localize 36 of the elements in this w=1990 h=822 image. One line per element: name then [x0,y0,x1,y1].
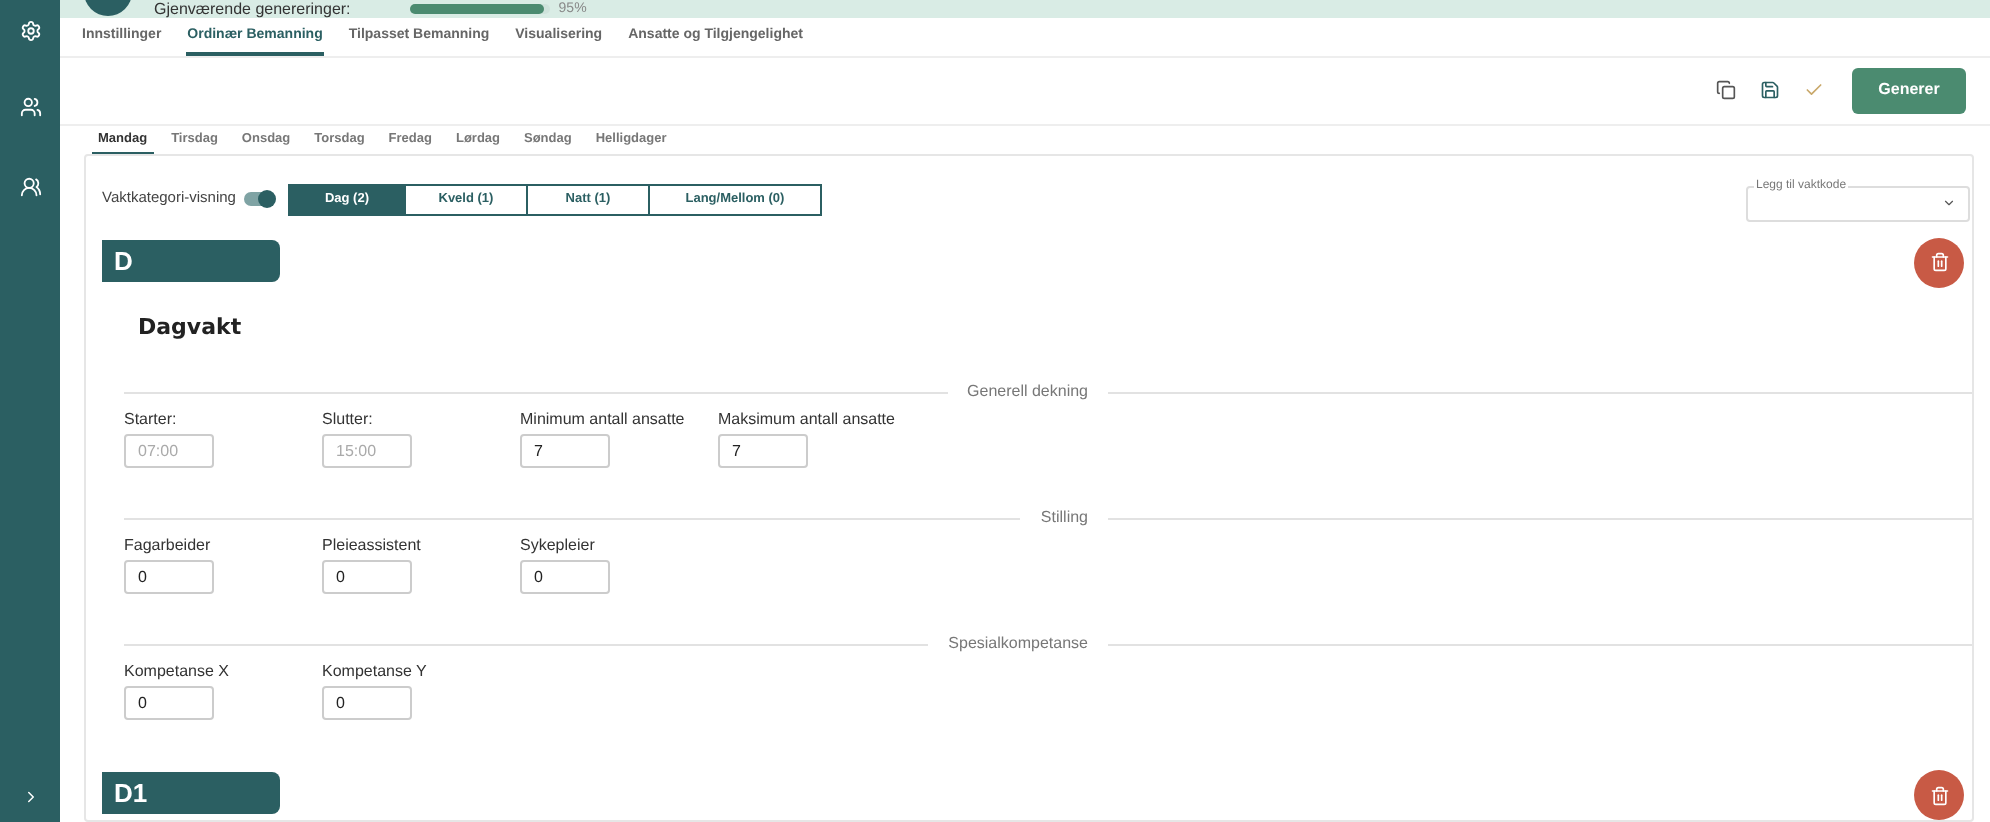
group-icon[interactable] [19,176,41,198]
view-toggle[interactable] [243,191,274,205]
section-title: Stilling [1038,506,1090,530]
number-field[interactable]: 0 [124,686,214,720]
shift-name: Dagvakt [138,311,244,343]
users-icon[interactable] [19,96,41,118]
trash-icon [1929,785,1949,805]
number-field[interactable]: 0 [124,560,214,594]
number-field[interactable]: 0 [322,686,412,720]
shift-code-badge: D [102,239,280,281]
number-field[interactable]: 0 [520,560,610,594]
field-label: Pleieassistent [322,536,423,556]
remaining-label: Gjenværende genereringer: [154,0,351,18]
number-field[interactable]: 0 [322,560,412,594]
trash-icon [1929,252,1949,272]
settings-icon[interactable] [19,20,41,42]
shift-code-badge: D1 [102,772,280,814]
number-field[interactable]: 7 [520,434,610,468]
field-label: Fagarbeider [124,536,213,556]
field-label: Slutter: [322,410,375,430]
check-icon[interactable] [1804,80,1824,101]
field-label: Kompetanse X [124,662,231,682]
number-field[interactable]: 7 [718,434,808,468]
field-label: Minimum antall ansatte [520,410,687,430]
field-label: Kompetanse Y [322,662,429,682]
generate-button[interactable]: Generer [1852,67,1966,114]
field-label: Maksimum antall ansatte [718,410,897,430]
field-label: Starter: [124,410,179,430]
copy-icon[interactable] [1716,80,1736,101]
section-title: Spesialkompetanse [946,632,1090,656]
section-title: Generell dekning [965,380,1090,404]
delete-button[interactable] [1914,237,1964,287]
delete-button[interactable] [1914,770,1964,820]
save-icon[interactable] [1760,80,1780,101]
dropdown-caret-icon [1942,196,1956,210]
field-label: Sykepleier [520,536,597,556]
